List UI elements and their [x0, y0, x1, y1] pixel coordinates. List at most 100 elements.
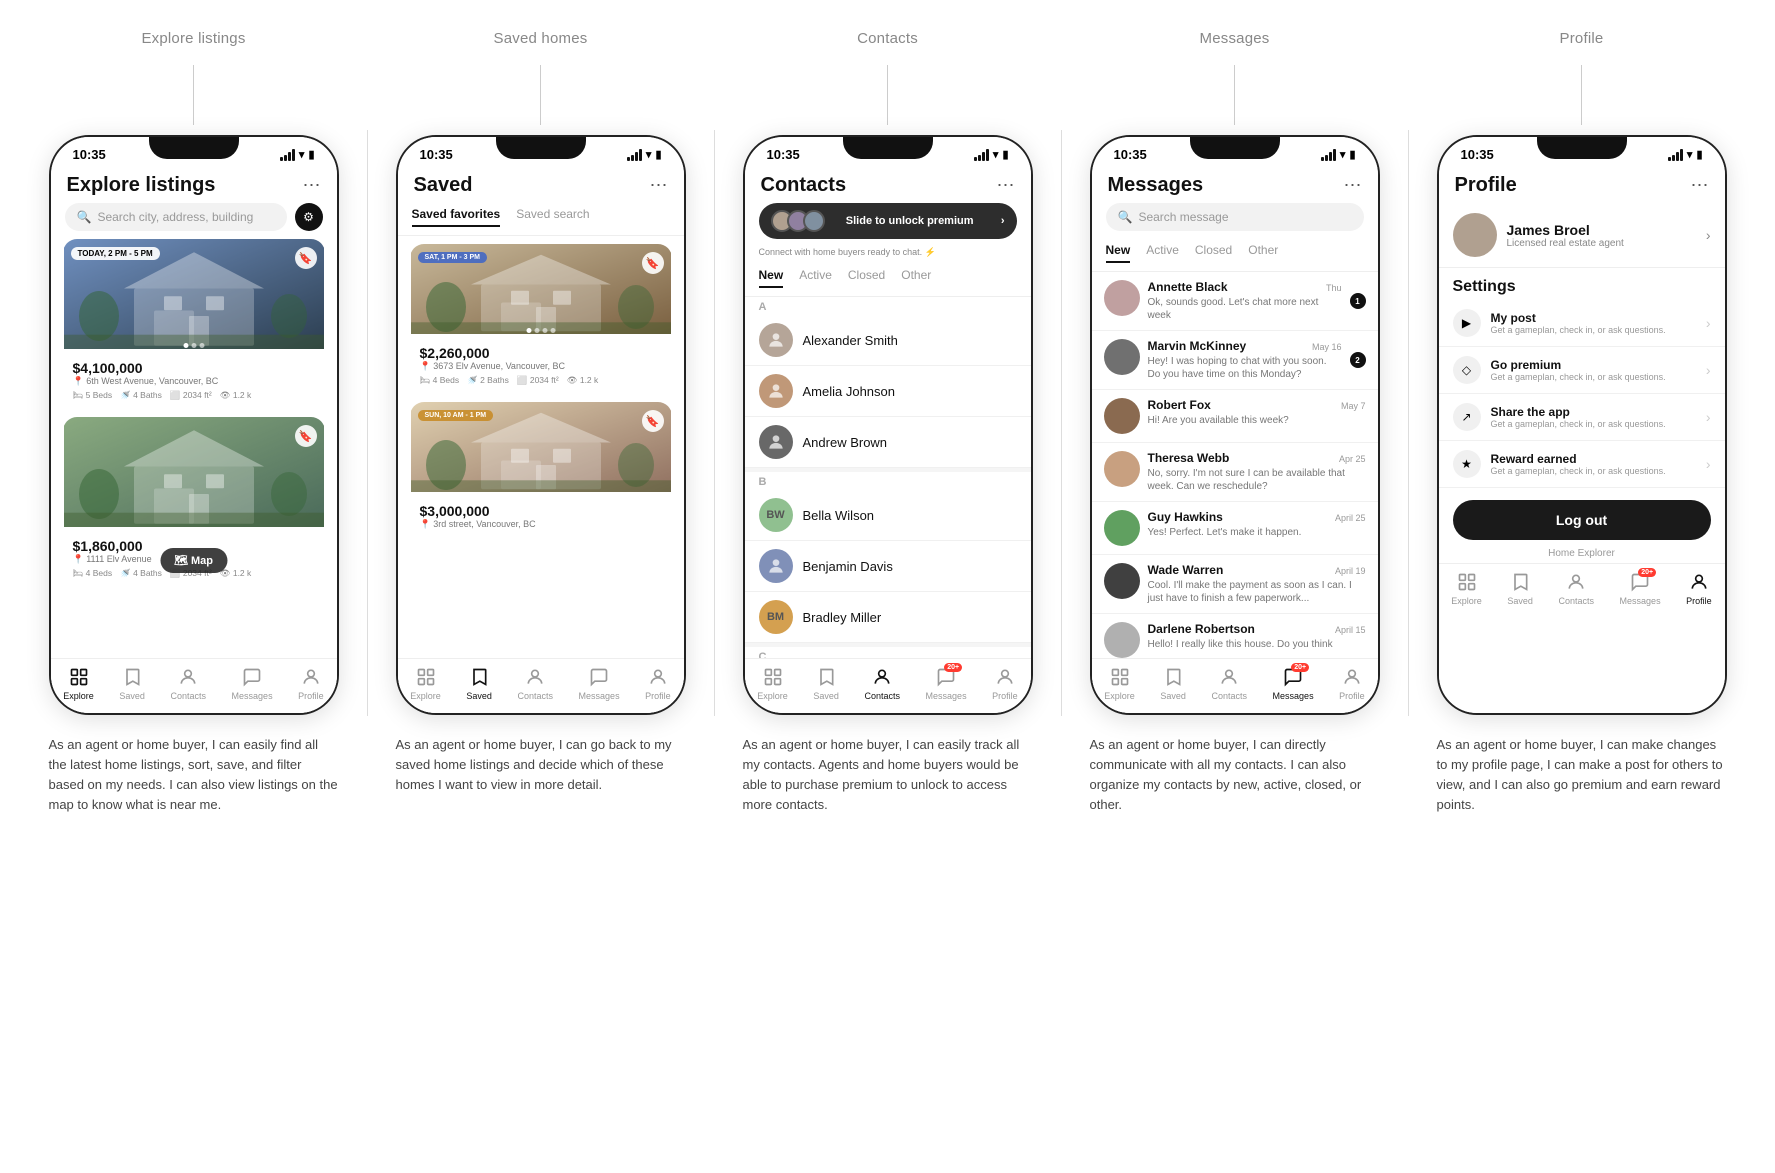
contact-name: Amelia Johnson — [803, 384, 896, 399]
more-options-button[interactable]: ⋯ — [997, 175, 1015, 196]
nav-item-contacts[interactable]: Contacts — [1558, 572, 1594, 606]
more-options-button[interactable]: ⋯ — [1691, 175, 1709, 196]
settings-sub: Get a gameplan, check in, or ask questio… — [1491, 372, 1696, 382]
contact-avatar — [759, 549, 793, 583]
vertical-divider-2 — [1061, 130, 1062, 716]
map-button[interactable]: 🗺 Map — [160, 548, 227, 573]
signal-icon — [1321, 149, 1336, 161]
contacts-list[interactable]: A Alexander Smith Amelia Johnson — [745, 297, 1031, 658]
contact-row-bella-wilson[interactable]: BW Bella Wilson — [745, 490, 1031, 541]
nav-item-messages[interactable]: 20+ Messages — [926, 667, 967, 701]
contact-row-amelia-johnson[interactable]: Amelia Johnson — [745, 366, 1031, 417]
save-button-1[interactable]: 🔖 — [295, 247, 317, 269]
nav-item-contacts[interactable]: Contacts — [1211, 667, 1247, 701]
nav-item-profile[interactable]: Profile — [992, 667, 1018, 701]
messages-list[interactable]: Annette Black Thu Ok, sounds good. Let's… — [1092, 272, 1378, 658]
contacts-tab-closed[interactable]: Closed — [848, 268, 885, 288]
divider-contacts — [887, 65, 888, 125]
app-title: Messages — [1108, 174, 1204, 197]
message-row-robert-fox[interactable]: Robert Fox May 7 Hi! Are you available t… — [1092, 390, 1378, 443]
premium-bar[interactable]: Slide to unlock premium › — [759, 203, 1017, 239]
nav-item-explore[interactable]: Explore — [1451, 572, 1482, 606]
nav-item-profile[interactable]: Profile — [298, 667, 324, 701]
tab-0[interactable]: Saved favorites — [412, 207, 501, 227]
nav-item-messages[interactable]: Messages — [579, 667, 620, 701]
messages-tab-closed[interactable]: Closed — [1195, 243, 1232, 263]
saved-card-2[interactable]: SUN, 10 AM - 1 PM 🔖 $3,000,000 📍 3rd str… — [410, 402, 672, 541]
msg-header: Annette Black Thu — [1148, 280, 1342, 294]
saved-card-1[interactable]: SAT, 1 PM - 3 PM 🔖 $2,260,000 📍 3673 Elv… — [410, 244, 672, 394]
contacts-tabs: New Active Closed Other — [745, 264, 1031, 297]
nav-item-profile[interactable]: Profile — [1686, 572, 1712, 606]
settings-row-go-premium[interactable]: ◇ Go premium Get a gameplan, check in, o… — [1439, 347, 1725, 394]
nav-label: Profile — [1686, 596, 1712, 606]
listing-card-2[interactable]: 🔖 $1,860,000 📍 1111 Elv Avenue 🛏 4 Beds … — [63, 417, 325, 587]
nav-item-profile[interactable]: Profile — [645, 667, 671, 701]
nav-label: Profile — [298, 691, 324, 701]
filter-button[interactable]: ⚙ — [295, 203, 323, 231]
settings-row-my-post[interactable]: ▶ My post Get a gameplan, check in, or a… — [1439, 300, 1725, 347]
settings-row-reward-earned[interactable]: ★ Reward earned Get a gameplan, check in… — [1439, 441, 1725, 488]
nav-item-saved[interactable]: Saved — [1507, 572, 1533, 606]
nav-item-explore[interactable]: Explore — [63, 667, 94, 701]
listing-details-1: 🛏 5 Beds 🚿 4 Baths ⬜ 2034 ft² 👁 1.2 k — [73, 390, 315, 401]
search-icon: 🔍 — [77, 210, 92, 224]
more-options-button[interactable]: ⋯ — [1344, 175, 1362, 196]
tab-1[interactable]: Saved search — [516, 207, 589, 227]
nav-item-explore[interactable]: Explore — [1104, 667, 1135, 701]
contacts-tab-new[interactable]: New — [759, 268, 784, 288]
nav-item-contacts[interactable]: Contacts — [517, 667, 553, 701]
contact-row-bradley-miller[interactable]: BM Bradley Miller — [745, 592, 1031, 643]
search-bar[interactable]: 🔍 Search city, address, building — [65, 203, 287, 231]
contacts-tab-active[interactable]: Active — [799, 268, 832, 288]
msg-date: April 15 — [1335, 625, 1366, 635]
more-options-button[interactable]: ⋯ — [650, 175, 668, 196]
logout-button[interactable]: Log out — [1453, 500, 1711, 540]
nav-item-messages[interactable]: 20+ Messages — [1273, 667, 1314, 701]
profile-arrow[interactable]: › — [1706, 227, 1711, 243]
status-bar: 10:35 ▾ ▮ — [398, 137, 684, 166]
messages-tab-other[interactable]: Other — [1248, 243, 1278, 263]
message-row-darlene-robertson[interactable]: Darlene Robertson April 15 Hello! I real… — [1092, 614, 1378, 658]
more-options-button[interactable]: ⋯ — [303, 175, 321, 196]
settings-label: Reward earned — [1491, 452, 1696, 466]
contact-row-alexander-smith[interactable]: Alexander Smith — [745, 315, 1031, 366]
contacts-tab-other[interactable]: Other — [901, 268, 931, 288]
nav-item-saved[interactable]: Saved — [1160, 667, 1186, 701]
save-icon-1[interactable]: 🔖 — [642, 252, 664, 274]
app-title: Saved — [414, 174, 473, 197]
nav-item-saved[interactable]: Saved — [813, 667, 839, 701]
message-row-wade-warren[interactable]: Wade Warren April 19 Cool. I'll make the… — [1092, 555, 1378, 614]
contact-row-andrew-brown[interactable]: Andrew Brown — [745, 417, 1031, 468]
nav-item-messages[interactable]: 20+ Messages — [1620, 572, 1661, 606]
nav-item-contacts[interactable]: Contacts — [864, 667, 900, 701]
nav-item-saved[interactable]: Saved — [119, 667, 145, 701]
listing-card-1[interactable]: TODAY, 2 PM - 5 PM 🔖 $4,100,000 📍 6th We… — [63, 239, 325, 409]
nav-item-contacts[interactable]: Contacts — [170, 667, 206, 701]
messages-tab-active[interactable]: Active — [1146, 243, 1179, 263]
settings-text-0: My post Get a gameplan, check in, or ask… — [1491, 311, 1696, 335]
premium-avatars — [771, 210, 819, 232]
message-row-theresa-webb[interactable]: Theresa Webb Apr 25 No, sorry. I'm not s… — [1092, 443, 1378, 502]
save-button-2[interactable]: 🔖 — [295, 425, 317, 447]
search-bar[interactable]: 🔍 Search message — [1106, 203, 1364, 231]
listings-scroll[interactable]: TODAY, 2 PM - 5 PM 🔖 $4,100,000 📍 6th We… — [51, 239, 337, 658]
nav-item-profile[interactable]: Profile — [1339, 667, 1365, 701]
contact-name: Bradley Miller — [803, 610, 882, 625]
saved-address-1: 📍 3673 Elv Avenue, Vancouver, BC — [420, 361, 662, 372]
contact-row-benjamin-davis[interactable]: Benjamin Davis — [745, 541, 1031, 592]
signal-icon — [974, 149, 989, 161]
messages-tab-new[interactable]: New — [1106, 243, 1131, 263]
nav-item-explore[interactable]: Explore — [410, 667, 441, 701]
nav-item-messages[interactable]: Messages — [232, 667, 273, 701]
save-icon-2[interactable]: 🔖 — [642, 410, 664, 432]
profile-row[interactable]: James Broel Licensed real estate agent › — [1439, 203, 1725, 268]
nav-item-saved[interactable]: Saved — [466, 667, 492, 701]
message-row-guy-hawkins[interactable]: Guy Hawkins April 25 Yes! Perfect. Let's… — [1092, 502, 1378, 555]
nav-label: Explore — [1451, 596, 1482, 606]
message-row-marvin-mckinney[interactable]: Marvin McKinney May 16 Hey! I was hoping… — [1092, 331, 1378, 390]
nav-item-explore[interactable]: Explore — [757, 667, 788, 701]
saved-list[interactable]: SAT, 1 PM - 3 PM 🔖 $2,260,000 📍 3673 Elv… — [398, 236, 684, 658]
message-row-annette-black[interactable]: Annette Black Thu Ok, sounds good. Let's… — [1092, 272, 1378, 331]
settings-row-share-the-app[interactable]: ↗ Share the app Get a gameplan, check in… — [1439, 394, 1725, 441]
